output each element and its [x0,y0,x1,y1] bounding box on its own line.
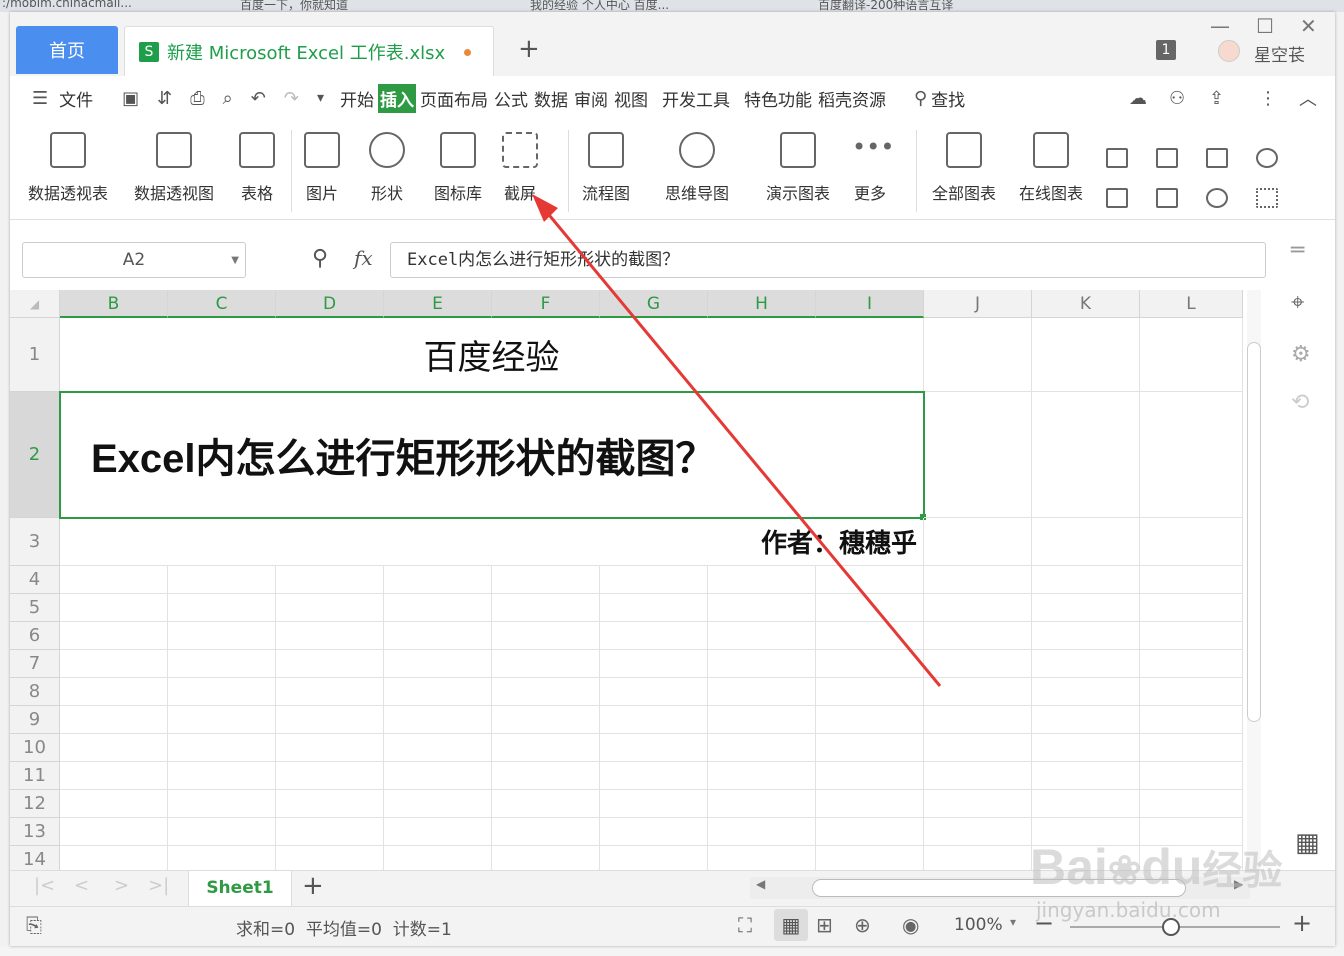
bg-tab-4: 百度翻译-200种语言互译 [818,0,954,12]
background-left [0,12,10,956]
wps-window: 首页 S 新建 Microsoft Excel 工作表.xlsx + 1 星空苌… [10,12,1335,946]
bg-tab-3: 我的经验 个人中心 百度... [530,0,670,12]
background-browser-tabs: :/mobim.chinacmail... 百度一下，你就知道 我的经验 个人中… [0,0,1344,12]
background-right [1335,12,1344,956]
background-bottom [0,946,1344,956]
arrow-shaft [538,203,942,687]
red-arrow-annotation [532,194,942,687]
arrow-head [532,194,558,222]
bg-tab-1: :/mobim.chinacmail... [2,0,132,10]
bg-tab-2: 百度一下，你就知道 [240,0,349,12]
